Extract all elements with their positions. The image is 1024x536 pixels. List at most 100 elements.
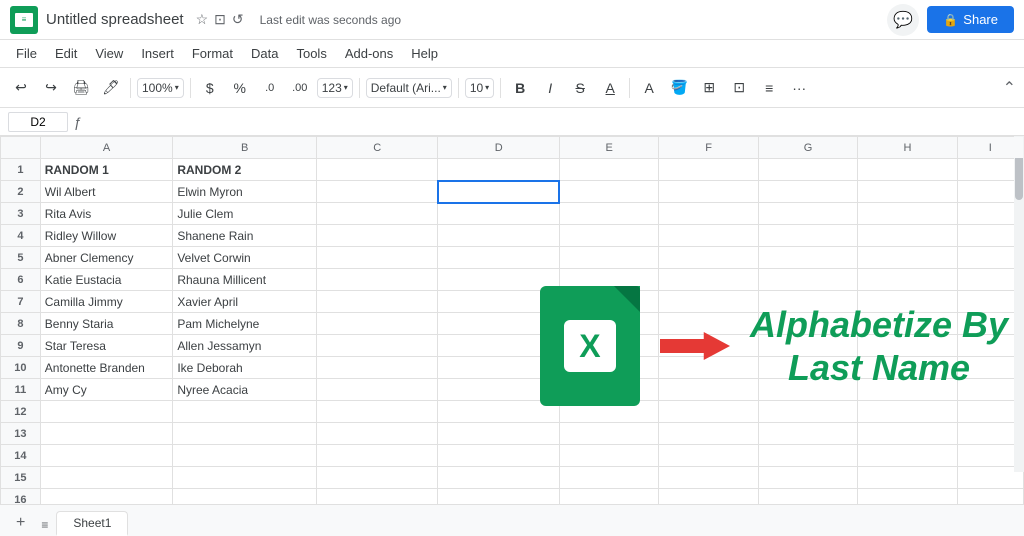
cell-14-C[interactable] xyxy=(316,445,438,467)
menu-view[interactable]: View xyxy=(87,43,131,64)
cell-1-G[interactable] xyxy=(758,159,857,181)
cell-5-H[interactable] xyxy=(858,247,957,269)
cell-8-E[interactable] xyxy=(559,313,658,335)
menu-format[interactable]: Format xyxy=(184,43,241,64)
cell-12-C[interactable] xyxy=(316,401,438,423)
cell-8-B[interactable]: Pam Michelyne xyxy=(173,313,317,335)
cell-13-H[interactable] xyxy=(858,423,957,445)
cell-7-H[interactable] xyxy=(858,291,957,313)
cell-16-G[interactable] xyxy=(758,489,857,505)
cell-11-G[interactable] xyxy=(758,379,857,401)
cell-6-G[interactable] xyxy=(758,269,857,291)
more-button[interactable]: ··· xyxy=(786,75,812,101)
underline-button[interactable]: A xyxy=(597,75,623,101)
cell-4-H[interactable] xyxy=(858,225,957,247)
currency-button[interactable]: $ xyxy=(197,75,223,101)
bold-button[interactable]: B xyxy=(507,75,533,101)
cell-8-F[interactable] xyxy=(659,313,758,335)
cell-9-A[interactable]: Star Teresa xyxy=(40,335,173,357)
cell-10-D[interactable] xyxy=(438,357,560,379)
cell-6-E[interactable] xyxy=(559,269,658,291)
cell-9-F[interactable] xyxy=(659,335,758,357)
cell-3-F[interactable] xyxy=(659,203,758,225)
cell-10-G[interactable] xyxy=(758,357,857,379)
cell-8-G[interactable] xyxy=(758,313,857,335)
menu-help[interactable]: Help xyxy=(403,43,446,64)
align-button[interactable]: ≡ xyxy=(756,75,782,101)
move-icon[interactable]: ⊡ xyxy=(214,11,226,28)
cell-5-A[interactable]: Abner Clemency xyxy=(40,247,173,269)
cell-14-B[interactable] xyxy=(173,445,317,467)
strikethrough-button[interactable]: S xyxy=(567,75,593,101)
cell-10-A[interactable]: Antonette Branden xyxy=(40,357,173,379)
cell-3-G[interactable] xyxy=(758,203,857,225)
cell-3-H[interactable] xyxy=(858,203,957,225)
cell-9-H[interactable] xyxy=(858,335,957,357)
font-family-select[interactable]: Default (Ari... ▾ xyxy=(366,78,452,98)
cell-2-C[interactable] xyxy=(316,181,438,203)
cell-13-F[interactable] xyxy=(659,423,758,445)
cell-10-H[interactable] xyxy=(858,357,957,379)
cell-11-E[interactable] xyxy=(559,379,658,401)
menu-tools[interactable]: Tools xyxy=(288,43,334,64)
cell-5-B[interactable]: Velvet Corwin xyxy=(173,247,317,269)
cell-12-G[interactable] xyxy=(758,401,857,423)
font-size-select[interactable]: 10 ▾ xyxy=(465,78,494,98)
cell-16-I[interactable] xyxy=(957,489,1023,505)
cell-15-B[interactable] xyxy=(173,467,317,489)
cell-12-E[interactable] xyxy=(559,401,658,423)
cell-2-F[interactable] xyxy=(659,181,758,203)
cell-13-G[interactable] xyxy=(758,423,857,445)
cell-4-A[interactable]: Ridley Willow xyxy=(40,225,173,247)
share-button[interactable]: 🔒 Share xyxy=(927,6,1014,33)
cell-6-B[interactable]: Rhauna Millicent xyxy=(173,269,317,291)
cell-11-B[interactable]: Nyree Acacia xyxy=(173,379,317,401)
cell-10-B[interactable]: Ike Deborah xyxy=(173,357,317,379)
italic-button[interactable]: I xyxy=(537,75,563,101)
cell-16-D[interactable] xyxy=(438,489,560,505)
paint-format-button[interactable]: 🖊 xyxy=(98,75,124,101)
vertical-scrollbar[interactable] xyxy=(1014,136,1024,472)
cell-16-E[interactable] xyxy=(559,489,658,505)
cell-9-C[interactable] xyxy=(316,335,438,357)
formula-input[interactable] xyxy=(88,114,1016,129)
sheet-tab-1[interactable]: Sheet1 xyxy=(56,511,128,536)
cell-3-B[interactable]: Julie Clem xyxy=(173,203,317,225)
cell-2-D[interactable] xyxy=(438,181,560,203)
cell-7-D[interactable] xyxy=(438,291,560,313)
cell-15-D[interactable] xyxy=(438,467,560,489)
cell-2-G[interactable] xyxy=(758,181,857,203)
cell-12-B[interactable] xyxy=(173,401,317,423)
cell-7-C[interactable] xyxy=(316,291,438,313)
cell-14-G[interactable] xyxy=(758,445,857,467)
cell-6-D[interactable] xyxy=(438,269,560,291)
cell-7-F[interactable] xyxy=(659,291,758,313)
cell-2-A[interactable]: Wil Albert xyxy=(40,181,173,203)
collapse-toolbar-button[interactable]: ⌃ xyxy=(1003,78,1016,98)
cell-16-C[interactable] xyxy=(316,489,438,505)
fill-color-button[interactable]: 🪣 xyxy=(666,75,692,101)
menu-edit[interactable]: Edit xyxy=(47,43,85,64)
cell-13-C[interactable] xyxy=(316,423,438,445)
cell-11-H[interactable] xyxy=(858,379,957,401)
comments-button[interactable]: 💬 xyxy=(887,4,919,36)
format-number-select[interactable]: 123 ▾ xyxy=(317,78,353,98)
cell-16-B[interactable] xyxy=(173,489,317,505)
cell-4-C[interactable] xyxy=(316,225,438,247)
cell-2-E[interactable] xyxy=(559,181,658,203)
cell-4-E[interactable] xyxy=(559,225,658,247)
cell-6-H[interactable] xyxy=(858,269,957,291)
cell-14-E[interactable] xyxy=(559,445,658,467)
cell-10-F[interactable] xyxy=(659,357,758,379)
col-header-i[interactable]: I xyxy=(957,137,1023,159)
print-button[interactable]: 🖨 xyxy=(68,75,94,101)
col-header-h[interactable]: H xyxy=(858,137,957,159)
cell-5-G[interactable] xyxy=(758,247,857,269)
cell-9-D[interactable] xyxy=(438,335,560,357)
cell-8-H[interactable] xyxy=(858,313,957,335)
cell-13-D[interactable] xyxy=(438,423,560,445)
cell-8-C[interactable] xyxy=(316,313,438,335)
cell-7-E[interactable] xyxy=(559,291,658,313)
col-header-f[interactable]: F xyxy=(659,137,758,159)
cell-14-H[interactable] xyxy=(858,445,957,467)
